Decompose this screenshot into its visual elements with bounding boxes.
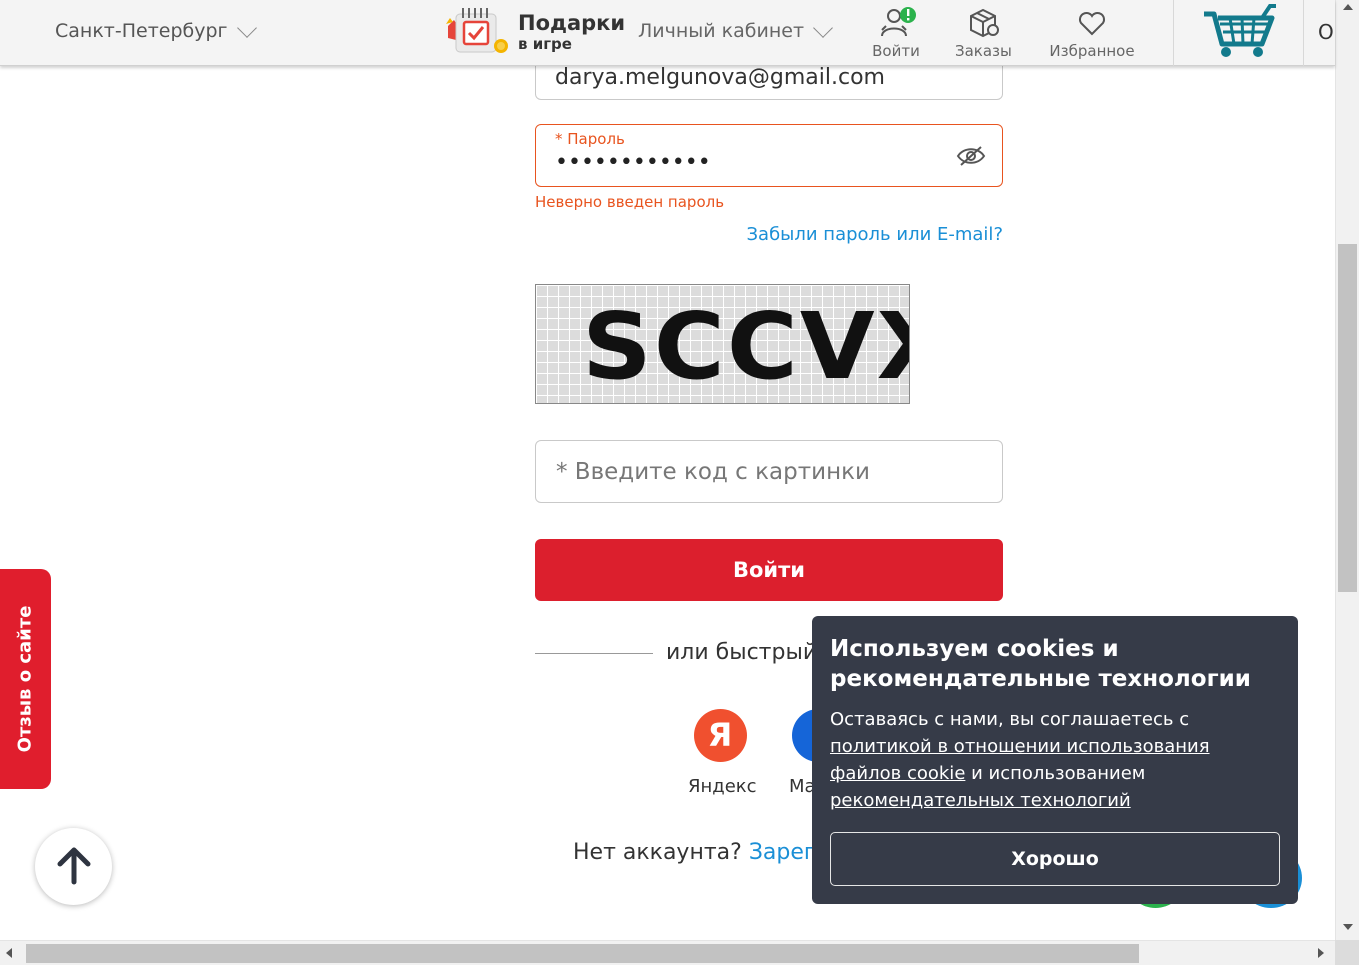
cookie-text-middle: и использованием — [965, 763, 1146, 784]
horizontal-scroll-thumb[interactable] — [26, 944, 1139, 963]
gifts-text: Подарки в игре — [518, 10, 625, 52]
site-header: Санкт-Петербург Подарки в игре Личный ка… — [0, 0, 1335, 66]
login-header-button[interactable]: Войти — [872, 6, 920, 60]
orders-label: Заказы — [955, 42, 1012, 60]
cabinet-label: Личный кабинет — [638, 20, 805, 42]
forgot-password-link[interactable]: Забыли пароль или E-mail? — [535, 224, 1004, 245]
eye-hidden-icon[interactable] — [956, 145, 986, 171]
scroll-right-arrow-icon[interactable] — [1318, 948, 1324, 958]
heart-icon — [1078, 11, 1106, 36]
gifts-title: Подарки — [518, 11, 626, 35]
chevron-down-icon — [236, 18, 257, 38]
personal-cabinet-menu[interactable]: Личный кабинет — [638, 18, 833, 42]
no-account-row: Нет аккаунта? Зареги — [573, 840, 830, 865]
calendar-gift-icon — [442, 6, 508, 56]
scroll-up-arrow-icon[interactable] — [1343, 4, 1353, 10]
login-header-label: Войти — [872, 42, 920, 60]
page: Санкт-Петербург Подарки в игре Личный ка… — [0, 0, 1359, 965]
captcha-image: SCCVX — [535, 284, 910, 404]
scroll-to-top-button[interactable] — [35, 828, 112, 905]
header-separator — [1173, 0, 1174, 66]
password-field[interactable]: * Пароль •••••••••••• — [535, 124, 1003, 187]
cookie-text: Оставаясь с нами, вы соглашаетесь с поли… — [830, 706, 1270, 814]
cart-button[interactable] — [1200, 3, 1278, 64]
favorites-button[interactable]: Избранное — [1049, 6, 1135, 60]
email-value: darya.melgunova@gmail.com — [555, 65, 885, 90]
login-button[interactable]: Войти — [535, 539, 1003, 601]
user-login-icon — [881, 7, 916, 37]
cookie-consent-popup: Используем cookies и рекомендательные те… — [812, 616, 1298, 904]
header-separator — [1303, 0, 1304, 66]
cookie-ok-button[interactable]: Хорошо — [830, 832, 1280, 886]
scroll-left-arrow-icon[interactable] — [6, 948, 12, 958]
feedback-tab[interactable]: Отзыв о сайте — [0, 569, 51, 789]
vertical-scrollbar[interactable] — [1335, 0, 1359, 940]
password-error: Неверно введен пароль — [535, 193, 725, 211]
header-cut-text: О — [1318, 20, 1334, 44]
gifts-subtitle: в игре — [518, 35, 572, 53]
scroll-down-arrow-icon[interactable] — [1343, 924, 1353, 930]
captcha-code-input[interactable] — [536, 441, 1002, 502]
no-account-text: Нет аккаунта? — [573, 840, 742, 865]
yandex-label: Яндекс — [688, 776, 757, 797]
recommendation-tech-link[interactable]: рекомендательных технологий — [830, 790, 1131, 811]
divider-line — [535, 653, 653, 654]
yandex-icon: Я — [693, 709, 747, 762]
vertical-scroll-thumb[interactable] — [1338, 244, 1357, 592]
shopping-cart-icon — [1204, 3, 1276, 57]
arrow-up-icon — [57, 847, 91, 885]
scrollbar-corner — [1335, 940, 1359, 965]
city-selector[interactable]: Санкт-Петербург — [55, 18, 257, 42]
password-value: •••••••••••• — [555, 150, 711, 175]
quick-login-text: или быстрый — [666, 640, 818, 665]
orders-button[interactable]: Заказы — [955, 6, 1012, 60]
cookie-title: Используем cookies и рекомендательные те… — [830, 636, 1251, 692]
captcha-code-field[interactable] — [535, 440, 1003, 503]
gifts-in-game-banner[interactable]: Подарки в игре — [442, 6, 625, 56]
horizontal-scrollbar[interactable] — [0, 940, 1335, 965]
yandex-login-button[interactable]: Я Яндекс — [688, 709, 757, 797]
box-orders-icon — [970, 8, 1000, 38]
cookie-text-before: Оставаясь с нами, вы соглашаетесь с — [830, 709, 1190, 730]
favorites-label: Избранное — [1049, 42, 1135, 60]
city-label: Санкт-Петербург — [55, 20, 228, 42]
password-label: * Пароль — [555, 130, 625, 148]
chevron-down-icon — [813, 18, 833, 38]
feedback-label: Отзыв о сайте — [14, 605, 36, 753]
captcha-text: SCCVX — [582, 293, 909, 400]
